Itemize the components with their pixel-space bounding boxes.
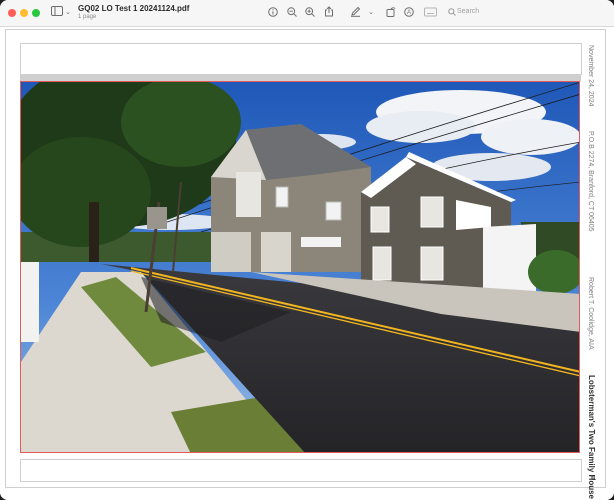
sidebar-icon[interactable] <box>50 6 64 20</box>
share-icon[interactable] <box>323 6 335 21</box>
zoom-out-icon[interactable] <box>286 7 298 21</box>
rotate-icon[interactable] <box>385 6 397 21</box>
sheet-header-box <box>20 43 582 75</box>
architect-name: Robert T. Coolidge, AIA <box>587 277 594 350</box>
svg-text:A: A <box>407 10 411 16</box>
document-title: GQ02 LO Test 1 20241124.pdf <box>78 4 190 13</box>
sheet-footer-box <box>20 459 582 482</box>
chevron-down-icon[interactable]: ⌄ <box>367 7 375 19</box>
document-page-count: 1 page <box>78 14 97 20</box>
search-placeholder: Search <box>457 8 480 15</box>
firm-address: P.O.B 2274, Branford, CT 06405 <box>587 131 594 232</box>
zoom-window-button[interactable] <box>32 9 40 17</box>
sheet-divider-strip <box>20 74 581 81</box>
minimize-window-button[interactable] <box>20 9 28 17</box>
title-bar: ⌄ GQ02 LO Test 1 20241124.pdf 1 page ⌄ A <box>0 0 614 27</box>
sheet-date: November 24, 2024 <box>587 45 594 107</box>
markup-pen-icon[interactable] <box>349 6 361 21</box>
page-number: 1 <box>592 475 596 482</box>
zoom-in-icon[interactable] <box>304 7 316 21</box>
form-icon[interactable] <box>423 7 437 21</box>
house-rendering-image <box>20 81 580 453</box>
chevron-down-icon[interactable]: ⌄ <box>64 7 72 19</box>
search-field[interactable]: Search <box>445 7 595 20</box>
search-icon <box>447 8 456 20</box>
annotate-icon[interactable]: A <box>403 7 415 21</box>
info-icon[interactable] <box>267 7 279 21</box>
title-block: November 24, 2024 P.O.B 2274, Branford, … <box>584 43 604 499</box>
close-window-button[interactable] <box>8 9 16 17</box>
preview-window: ⌄ GQ02 LO Test 1 20241124.pdf 1 page ⌄ A <box>0 0 614 500</box>
